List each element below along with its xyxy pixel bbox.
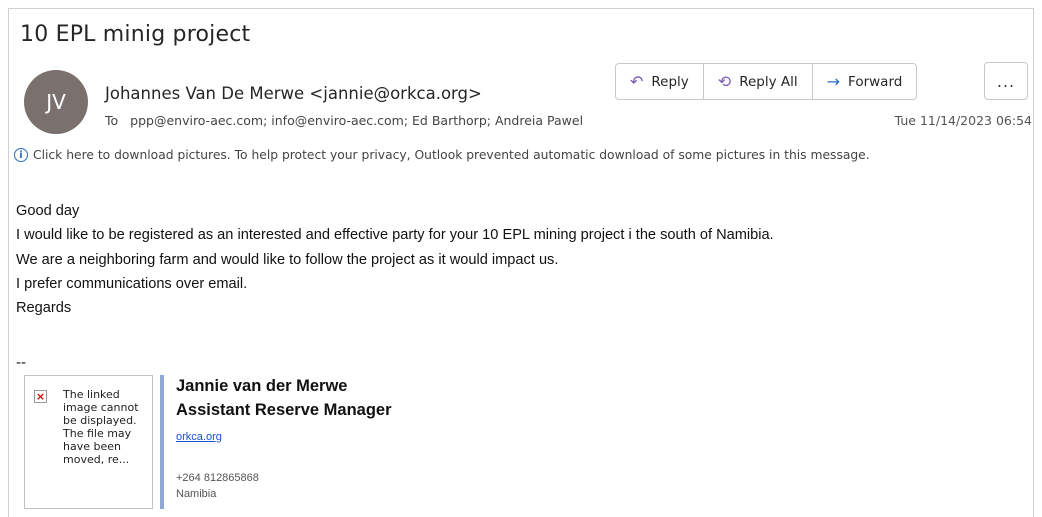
body-line: I would like to be registered as an inte… (16, 227, 774, 244)
email-date: Tue 11/14/2023 06:54 (894, 113, 1032, 128)
broken-image-placeholder[interactable]: × The linked image cannot be displayed. … (24, 375, 153, 509)
to-label: To (105, 113, 119, 128)
email-subject: 10 EPL minig project (20, 22, 251, 47)
recipients-line: To ppp@enviro-aec.com; info@enviro-aec.c… (105, 113, 583, 128)
message-body: Good day I would like to be registered a… (16, 199, 774, 320)
broken-image-icon: × (34, 390, 47, 403)
download-pictures-infobar[interactable]: i Click here to download pictures. To he… (14, 148, 870, 162)
response-toolbar: ↶ Reply ⟲ Reply All → Forward (615, 63, 918, 100)
sender-avatar[interactable]: JV (24, 70, 88, 134)
more-actions-button[interactable]: ... (984, 62, 1028, 100)
reply-all-icon: ⟲ (717, 72, 732, 91)
body-line: We are a neighboring farm and would like… (16, 251, 559, 268)
signature-separator: -- (16, 355, 27, 371)
signature-phone: +264 812865868 (176, 472, 259, 484)
more-icon: ... (996, 71, 1016, 91)
recipients-list[interactable]: ppp@enviro-aec.com; info@enviro-aec.com;… (130, 113, 583, 128)
signature-name: Jannie van der Merwe (176, 377, 348, 395)
signature-website-link[interactable]: orkca.org (176, 431, 222, 443)
signature-divider (160, 375, 164, 509)
reply-all-button[interactable]: ⟲ Reply All (704, 64, 813, 99)
reply-all-label: Reply All (739, 73, 798, 90)
infobar-text: Click here to download pictures. To help… (33, 148, 870, 162)
forward-button[interactable]: → Forward (813, 64, 917, 99)
signature-title: Assistant Reserve Manager (176, 401, 392, 419)
sender-name[interactable]: Johannes Van De Merwe <jannie@orkca.org> (105, 84, 482, 103)
reply-icon: ↶ (630, 72, 644, 91)
body-line: Regards (16, 300, 72, 317)
forward-label: Forward (848, 73, 903, 90)
reply-button[interactable]: ↶ Reply (616, 64, 704, 99)
reply-label: Reply (651, 73, 689, 90)
body-line: I prefer communications over email. (16, 275, 248, 292)
body-line: Good day (16, 203, 80, 219)
broken-image-text: The linked image cannot be displayed. Th… (63, 388, 139, 466)
signature-country: Namibia (176, 488, 217, 500)
forward-icon: → (826, 72, 841, 91)
info-icon: i (14, 148, 28, 162)
